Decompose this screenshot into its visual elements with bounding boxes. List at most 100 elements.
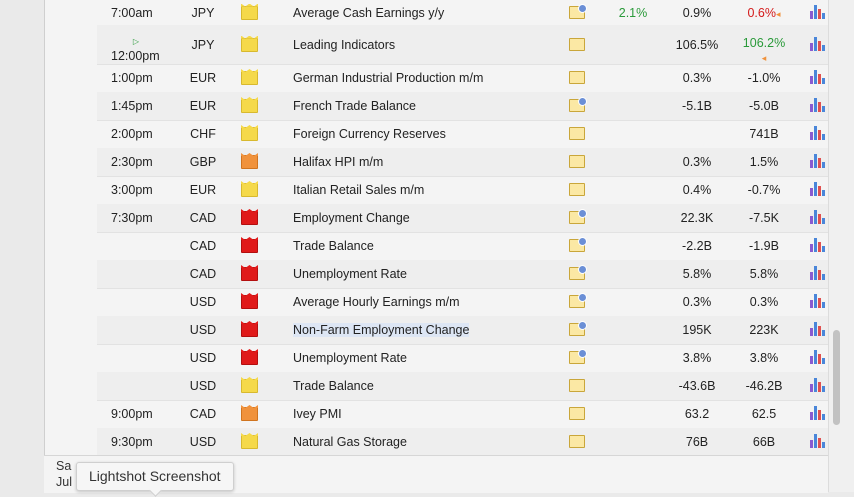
table-row[interactable]: 7:30pm CAD Employment Change 22.3K -7.5K	[97, 204, 828, 233]
impact-folder-icon	[241, 71, 258, 85]
event-detail-icon[interactable]	[569, 237, 587, 252]
event-name[interactable]: Italian Retail Sales m/m	[293, 176, 563, 204]
forecast-value	[667, 120, 727, 148]
previous-value-text: -0.7%	[747, 183, 781, 197]
event-detail-icon[interactable]	[569, 435, 585, 448]
scrollbar-thumb[interactable]	[833, 330, 840, 425]
forecast-value: 22.3K	[680, 211, 714, 225]
event-name[interactable]: German Industrial Production m/m	[293, 64, 563, 92]
table-row[interactable]: USD Average Hourly Earnings m/m 0.3% 0.3%	[97, 288, 828, 317]
graph-icon[interactable]	[810, 322, 825, 336]
forecast-value: 3.8%	[682, 351, 712, 365]
currency-cell: JPY	[191, 5, 215, 20]
graph-icon[interactable]	[810, 238, 825, 252]
graph-icon[interactable]	[810, 210, 825, 224]
event-name[interactable]: Unemployment Rate	[293, 260, 563, 288]
event-name[interactable]: Halifax HPI m/m	[293, 148, 563, 176]
event-detail-icon[interactable]	[569, 293, 587, 308]
graph-icon[interactable]	[810, 294, 825, 308]
graph-icon[interactable]	[810, 406, 825, 420]
graph-icon[interactable]	[810, 36, 825, 51]
time-cell: 7:30pm	[111, 211, 153, 225]
table-row[interactable]: ▷ 12:00pm JPY Leading Indicators 106.5% 106.2…	[97, 25, 828, 65]
table-row[interactable]: 2:00pm CHF Foreign Currency Reserves 741B	[97, 120, 828, 149]
graph-icon[interactable]	[810, 378, 825, 392]
revision-marker-icon: ◂	[761, 52, 767, 63]
event-detail-icon[interactable]	[569, 71, 585, 84]
graph-icon[interactable]	[810, 98, 825, 112]
previous-value-text: 1.5%	[749, 155, 779, 169]
event-name[interactable]: French Trade Balance	[293, 92, 563, 120]
previous-value-text: 0.3%	[749, 295, 779, 309]
event-name[interactable]: Trade Balance	[293, 232, 563, 260]
table-row[interactable]: 7:00am JPY Average Cash Earnings y/y 2.1% 0.…	[97, 0, 828, 26]
event-name[interactable]: Employment Change	[293, 204, 563, 232]
time-cell: 2:30pm	[111, 155, 153, 169]
previous-value: -1.9B	[737, 232, 791, 260]
impact-folder-icon	[241, 5, 258, 20]
graph-icon[interactable]	[810, 182, 825, 196]
graph-icon[interactable]	[810, 266, 825, 280]
event-detail-icon[interactable]	[569, 349, 587, 364]
forecast-value: 0.3%	[682, 71, 712, 85]
previous-value: 62.5	[737, 400, 791, 428]
graph-icon[interactable]	[810, 70, 825, 84]
table-row[interactable]: 1:45pm EUR French Trade Balance -5.1B -5.0B	[97, 92, 828, 121]
graph-icon[interactable]	[810, 154, 825, 168]
actual-value	[607, 120, 659, 148]
event-name[interactable]: Leading Indicators	[293, 31, 563, 59]
event-name[interactable]: Average Cash Earnings y/y	[293, 0, 563, 27]
event-detail-icon[interactable]	[569, 379, 585, 392]
event-detail-icon[interactable]	[569, 127, 585, 140]
table-row[interactable]: 9:30pm USD Natural Gas Storage 76B 66B	[97, 428, 828, 457]
event-detail-icon[interactable]	[569, 37, 585, 51]
previous-value-text: 106.2%	[742, 35, 786, 50]
currency-cell: EUR	[189, 71, 217, 85]
previous-value: 0.3%	[737, 288, 791, 316]
impact-folder-icon	[241, 351, 258, 365]
table-row[interactable]: 3:00pm EUR Italian Retail Sales m/m 0.4% -0.…	[97, 176, 828, 205]
previous-value-text: 223K	[749, 323, 779, 337]
actual-value	[607, 204, 659, 232]
event-name[interactable]: Non-Farm Employment Change	[293, 316, 563, 344]
previous-value-text: -5.0B	[749, 99, 779, 113]
event-name[interactable]: Trade Balance	[293, 372, 563, 400]
forecast-value: 63.2	[684, 407, 710, 421]
graph-icon[interactable]	[810, 350, 825, 364]
table-row[interactable]: 2:30pm GBP Halifax HPI m/m 0.3% 1.5%	[97, 148, 828, 177]
table-row[interactable]: 9:00pm CAD Ivey PMI 63.2 62.5	[97, 400, 828, 429]
event-detail-icon[interactable]	[569, 321, 587, 336]
graph-icon[interactable]	[810, 434, 825, 448]
event-name[interactable]: Natural Gas Storage	[293, 428, 563, 456]
table-row[interactable]: 1:00pm EUR German Industrial Production m/…	[97, 64, 828, 93]
event-name-text: French Trade Balance	[293, 99, 416, 113]
table-row[interactable]: USD Non-Farm Employment Change 195K 223K	[97, 316, 828, 345]
graph-icon[interactable]	[810, 4, 825, 19]
previous-value: 106.2% ◂	[737, 31, 791, 64]
event-detail-icon[interactable]	[569, 97, 587, 112]
event-name-text: Average Hourly Earnings m/m	[293, 295, 460, 309]
event-detail-icon[interactable]	[569, 3, 587, 19]
previous-value-text: 741B	[749, 127, 779, 141]
event-detail-icon[interactable]	[569, 183, 585, 196]
event-name[interactable]: Foreign Currency Reserves	[293, 120, 563, 148]
event-detail-icon[interactable]	[569, 265, 587, 280]
event-detail-icon[interactable]	[569, 155, 585, 168]
event-detail-icon[interactable]	[569, 209, 587, 224]
event-name[interactable]: Average Hourly Earnings m/m	[293, 288, 563, 316]
event-name[interactable]: Ivey PMI	[293, 400, 563, 428]
time-cell	[111, 344, 171, 372]
time-cell: 3:00pm	[111, 183, 153, 197]
currency-cell: CAD	[189, 239, 217, 253]
impact-folder-icon	[241, 379, 258, 393]
table-row[interactable]: USD Trade Balance -43.6B -46.2B	[97, 372, 828, 401]
previous-value: 741B	[737, 120, 791, 148]
event-name[interactable]: Unemployment Rate	[293, 344, 563, 372]
event-detail-icon[interactable]	[569, 407, 585, 420]
table-row[interactable]: USD Unemployment Rate 3.8% 3.8%	[97, 344, 828, 373]
forecast-value: -43.6B	[678, 379, 716, 393]
vertical-scrollbar[interactable]	[828, 0, 854, 492]
table-row[interactable]: CAD Unemployment Rate 5.8% 5.8%	[97, 260, 828, 289]
table-row[interactable]: CAD Trade Balance -2.2B -1.9B	[97, 232, 828, 261]
graph-icon[interactable]	[810, 126, 825, 140]
